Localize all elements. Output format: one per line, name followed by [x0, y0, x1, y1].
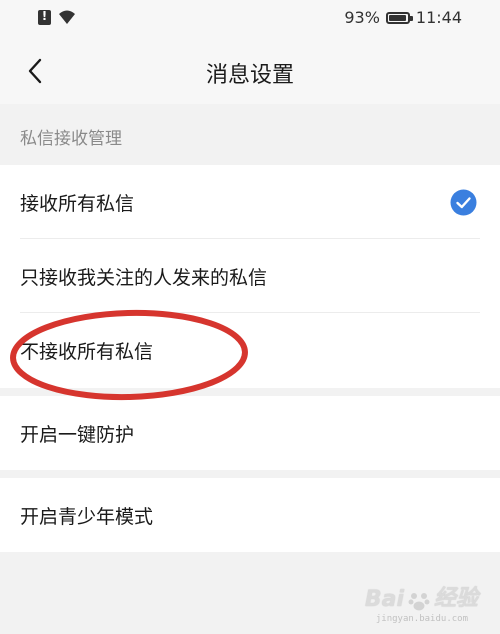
battery-icon [385, 11, 413, 24]
nav-header: 消息设置 [0, 38, 500, 104]
watermark-url: jingyan.baidu.com [375, 614, 468, 624]
setting-label: 开启一键防护 [20, 424, 135, 446]
dm-option-all[interactable]: 接收所有私信 [0, 165, 500, 239]
checkmark-circle-icon [450, 189, 477, 216]
baidu-watermark: Bai 经验 jingyan.baidu.com [364, 580, 478, 624]
page-title: 消息设置 [205, 63, 294, 88]
paw-icon [408, 593, 430, 611]
clock: 11:44 [415, 8, 462, 27]
battery-fill [388, 14, 406, 21]
status-bar: 93% 11:44 [0, 0, 500, 38]
status-right: 93% 11:44 [344, 8, 462, 27]
dm-option-label: 只接收我关注的人发来的私信 [20, 267, 268, 289]
teen-mode-item[interactable]: 开启青少年模式 [0, 478, 500, 552]
watermark-logo: Bai [364, 587, 404, 612]
sim-alert-icon [38, 9, 51, 25]
teen-mode-group: 开启青少年模式 [0, 478, 500, 552]
dm-option-label: 接收所有私信 [20, 193, 135, 215]
setting-label: 开启青少年模式 [20, 506, 154, 528]
protection-group: 开启一键防护 [0, 396, 500, 470]
wifi-icon [59, 10, 75, 24]
dm-option-none[interactable]: 不接收所有私信 [0, 313, 500, 387]
dm-option-label: 不接收所有私信 [20, 341, 154, 363]
battery-percent: 93% [344, 8, 380, 27]
dm-option-followed-only[interactable]: 只接收我关注的人发来的私信 [0, 239, 500, 313]
watermark-logo-2: 经验 [433, 586, 478, 611]
section-label: 私信接收管理 [20, 129, 122, 149]
status-left [38, 9, 77, 25]
dm-options-group: 接收所有私信 只接收我关注的人发来的私信 不接收所有私信 [0, 165, 500, 388]
one-tap-protection-item[interactable]: 开启一键防护 [0, 396, 500, 470]
